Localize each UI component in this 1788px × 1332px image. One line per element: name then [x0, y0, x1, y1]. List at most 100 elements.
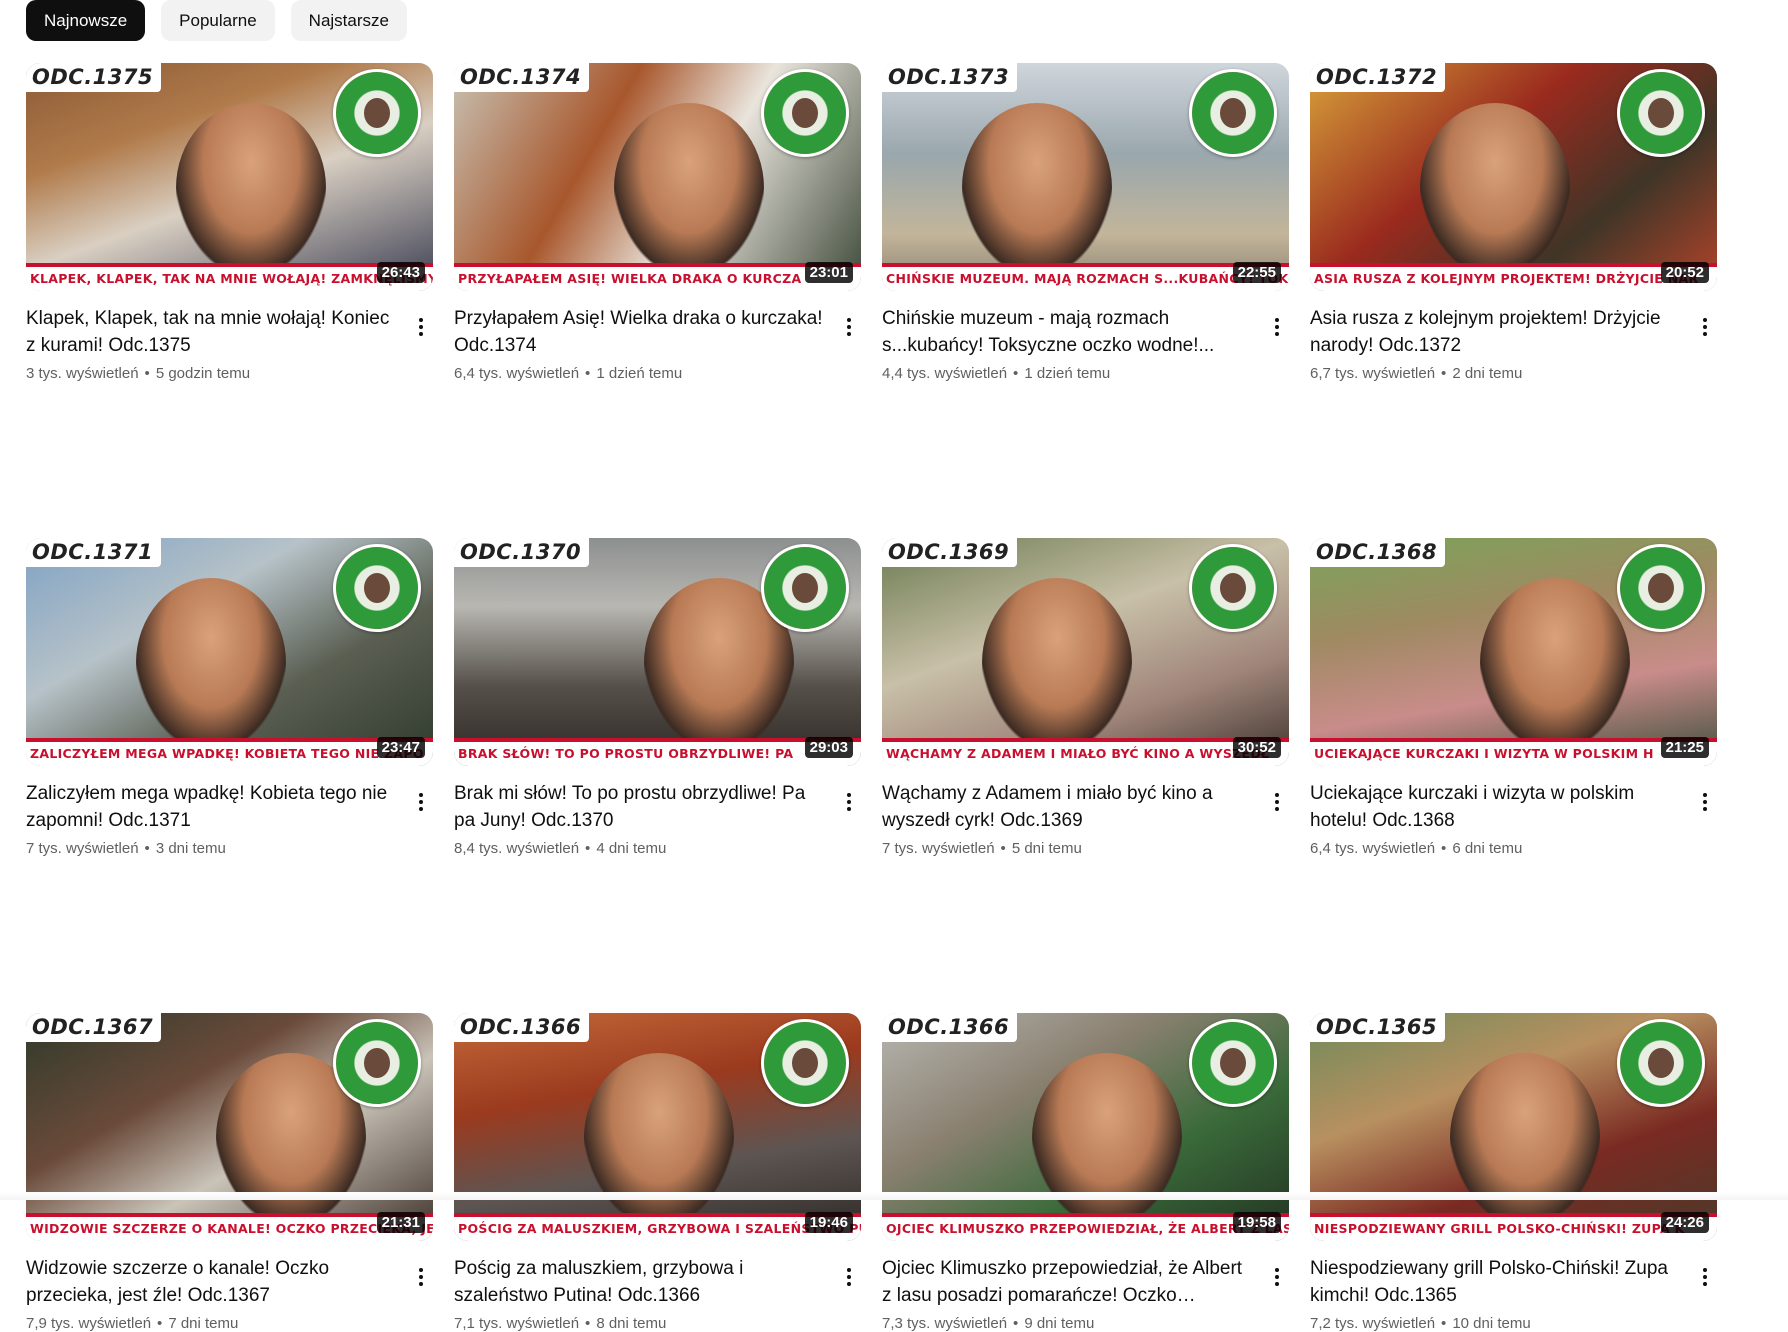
video-info: Widzowie szczerze o kanale! Oczko przeci…	[26, 1255, 433, 1332]
video-title[interactable]: Klapek, Klapek, tak na mnie wołają! Koni…	[26, 305, 409, 359]
thumbnail-banner: Ojciec Klimuszko przepowiedział, że Albe…	[882, 1213, 1289, 1241]
video-meta: 8,4 tys. wyświetleń•4 dni temu	[454, 840, 837, 857]
view-count: 6,7 tys. wyświetleń	[1310, 365, 1435, 382]
video-title[interactable]: Widzowie szczerze o kanale! Oczko przeci…	[26, 1255, 409, 1309]
video-duration: 19:46	[805, 1212, 853, 1233]
video-thumbnail[interactable]: ODC.1366 Ojciec Klimuszko przepowiedział…	[882, 1013, 1289, 1241]
video-card[interactable]: ODC.1371 Zaliczyłem mega wpadkę! Kobieta…	[26, 538, 433, 857]
video-meta: 3 tys. wyświetleń•5 godzin temu	[26, 365, 409, 382]
video-meta: 4,4 tys. wyświetleń•1 dzień temu	[882, 365, 1265, 382]
episode-label: ODC.1372	[1310, 63, 1445, 92]
episode-label: ODC.1369	[882, 538, 1017, 567]
more-options-icon[interactable]	[409, 1257, 433, 1297]
channel-logo-badge	[1189, 544, 1277, 632]
more-options-icon[interactable]	[1265, 1257, 1289, 1297]
channel-logo-badge	[1189, 69, 1277, 157]
more-options-icon[interactable]	[409, 782, 433, 822]
episode-label: ODC.1373	[882, 63, 1017, 92]
episode-label: ODC.1374	[454, 63, 589, 92]
video-info: Przyłapałem Asię! Wielka draka o kurczak…	[454, 305, 861, 382]
video-card[interactable]: ODC.1366 Ojciec Klimuszko przepowiedział…	[882, 1013, 1289, 1332]
video-title[interactable]: Uciekające kurczaki i wizyta w polskim h…	[1310, 780, 1693, 834]
bottom-edge	[0, 1192, 1788, 1200]
video-title[interactable]: Przyłapałem Asię! Wielka draka o kurczak…	[454, 305, 837, 359]
video-thumbnail[interactable]: ODC.1374 Przyłapałem Asię! Wielka draka …	[454, 63, 861, 291]
video-title[interactable]: Wąchamy z Adamem i miało być kino a wysz…	[882, 780, 1265, 834]
video-card[interactable]: ODC.1367 Widzowie szczerze o kanale! Ocz…	[26, 1013, 433, 1332]
more-options-icon[interactable]	[837, 782, 861, 822]
meta-separator: •	[585, 840, 590, 857]
thumbnail-banner: Przyłapałem Asię! Wielka draka o kurcza	[454, 263, 861, 291]
view-count: 7,9 tys. wyświetleń	[26, 1315, 151, 1332]
video-title[interactable]: Ojciec Klimuszko przepowiedział, że Albe…	[882, 1255, 1265, 1309]
video-info: Pościg za maluszkiem, grzybowa i szaleńs…	[454, 1255, 861, 1332]
video-thumbnail[interactable]: ODC.1366 Pościg za maluszkiem, grzybowa …	[454, 1013, 861, 1241]
video-card[interactable]: ODC.1368 Uciekające kurczaki i wizyta w …	[1310, 538, 1717, 857]
video-card[interactable]: ODC.1369 Wąchamy z Adamem i miało być ki…	[882, 538, 1289, 857]
upload-age: 5 godzin temu	[156, 365, 250, 382]
video-thumbnail[interactable]: ODC.1372 Asia rusza z kolejnym projektem…	[1310, 63, 1717, 291]
meta-separator: •	[1001, 840, 1006, 857]
video-card[interactable]: ODC.1373 Chińskie muzeum. Mają rozmach s…	[882, 63, 1289, 382]
chip-popularne[interactable]: Popularne	[161, 0, 275, 41]
video-card[interactable]: ODC.1366 Pościg za maluszkiem, grzybowa …	[454, 1013, 861, 1332]
channel-logo-badge	[333, 1019, 421, 1107]
upload-age: 3 dni temu	[156, 840, 226, 857]
video-title[interactable]: Brak mi słów! To po prostu obrzydliwe! P…	[454, 780, 837, 834]
video-card[interactable]: ODC.1370 Brak słów! To po prostu obrzydl…	[454, 538, 861, 857]
video-thumbnail[interactable]: ODC.1365 Niespodziewany grill Polsko-Chi…	[1310, 1013, 1717, 1241]
meta-separator: •	[585, 365, 590, 382]
video-thumbnail[interactable]: ODC.1373 Chińskie muzeum. Mają rozmach s…	[882, 63, 1289, 291]
video-title[interactable]: Asia rusza z kolejnym projektem! Drżyjci…	[1310, 305, 1693, 359]
video-duration: 19:58	[1233, 1212, 1281, 1233]
more-options-icon[interactable]	[409, 307, 433, 347]
meta-separator: •	[1013, 365, 1018, 382]
channel-logo-badge	[333, 69, 421, 157]
more-options-icon[interactable]	[837, 307, 861, 347]
thumbnail-person	[176, 103, 326, 273]
video-info: Uciekające kurczaki i wizyta w polskim h…	[1310, 780, 1717, 857]
more-options-icon[interactable]	[1265, 782, 1289, 822]
video-thumbnail[interactable]: ODC.1368 Uciekające kurczaki i wizyta w …	[1310, 538, 1717, 766]
video-thumbnail[interactable]: ODC.1369 Wąchamy z Adamem i miało być ki…	[882, 538, 1289, 766]
video-thumbnail[interactable]: ODC.1371 Zaliczyłem mega wpadkę! Kobieta…	[26, 538, 433, 766]
video-title[interactable]: Zaliczyłem mega wpadkę! Kobieta tego nie…	[26, 780, 409, 834]
video-card[interactable]: ODC.1372 Asia rusza z kolejnym projektem…	[1310, 63, 1717, 382]
view-count: 7 tys. wyświetleń	[882, 840, 995, 857]
upload-age: 8 dni temu	[596, 1315, 666, 1332]
more-options-icon[interactable]	[837, 1257, 861, 1297]
video-duration: 29:03	[805, 737, 853, 758]
filter-chips: Najnowsze Popularne Najstarsze	[26, 0, 407, 41]
thumbnail-banner: Klapek, klapek, tak na mnie wołają! Zamk…	[26, 263, 433, 291]
video-thumbnail[interactable]: ODC.1375 Klapek, klapek, tak na mnie woł…	[26, 63, 433, 291]
more-options-icon[interactable]	[1693, 307, 1717, 347]
video-title[interactable]: Pościg za maluszkiem, grzybowa i szaleńs…	[454, 1255, 837, 1309]
episode-label: ODC.1366	[454, 1013, 589, 1042]
video-duration: 20:52	[1661, 262, 1709, 283]
upload-age: 10 dni temu	[1452, 1315, 1530, 1332]
chip-najnowsze[interactable]: Najnowsze	[26, 0, 145, 41]
video-meta: 7,1 tys. wyświetleń•8 dni temu	[454, 1315, 837, 1332]
more-options-icon[interactable]	[1265, 307, 1289, 347]
episode-label: ODC.1368	[1310, 538, 1445, 567]
video-card[interactable]: ODC.1375 Klapek, klapek, tak na mnie woł…	[26, 63, 433, 382]
meta-separator: •	[145, 840, 150, 857]
video-thumbnail[interactable]: ODC.1367 Widzowie szczerze o kanale! Ocz…	[26, 1013, 433, 1241]
upload-age: 9 dni temu	[1024, 1315, 1094, 1332]
view-count: 7,2 tys. wyświetleń	[1310, 1315, 1435, 1332]
video-thumbnail[interactable]: ODC.1370 Brak słów! To po prostu obrzydl…	[454, 538, 861, 766]
video-title[interactable]: Chińskie muzeum - mają rozmach s...kubań…	[882, 305, 1265, 359]
upload-age: 4 dni temu	[596, 840, 666, 857]
chip-najstarsze[interactable]: Najstarsze	[291, 0, 407, 41]
video-title[interactable]: Niespodziewany grill Polsko-Chiński! Zup…	[1310, 1255, 1693, 1309]
upload-age: 5 dni temu	[1012, 840, 1082, 857]
more-options-icon[interactable]	[1693, 1257, 1717, 1297]
episode-label: ODC.1371	[26, 538, 161, 567]
view-count: 4,4 tys. wyświetleń	[882, 365, 1007, 382]
video-card[interactable]: ODC.1374 Przyłapałem Asię! Wielka draka …	[454, 63, 861, 382]
more-options-icon[interactable]	[1693, 782, 1717, 822]
video-duration: 23:01	[805, 262, 853, 283]
video-card[interactable]: ODC.1365 Niespodziewany grill Polsko-Chi…	[1310, 1013, 1717, 1332]
video-duration: 21:25	[1661, 737, 1709, 758]
video-meta: 6,4 tys. wyświetleń•6 dni temu	[1310, 840, 1693, 857]
